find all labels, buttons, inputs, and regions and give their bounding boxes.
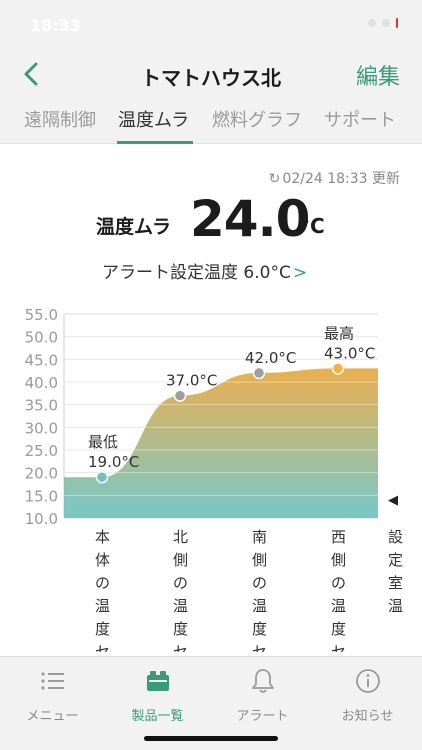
y-tick-label: 45.0 — [25, 351, 58, 369]
active-tab-indicator — [117, 141, 193, 144]
refresh-icon: ↻ — [268, 171, 281, 187]
temperature-value: 24.0 — [190, 190, 310, 248]
x-tick-label-char: の — [252, 574, 267, 592]
data-point — [331, 362, 345, 375]
y-tick-label: 50.0 — [25, 329, 58, 347]
data-point — [95, 470, 109, 484]
data-label: 19.0°C — [88, 453, 139, 471]
data-label: 43.0°C — [324, 344, 375, 362]
x-tick-label-char: セ — [173, 643, 188, 652]
set-temp-label-char: 室 — [388, 574, 403, 592]
tab-support[interactable]: サポート — [324, 106, 396, 132]
x-tick-label-char: 度 — [173, 620, 188, 638]
temperature-unit: °C — [300, 214, 325, 238]
set-temp-label-char: 定 — [388, 551, 403, 569]
alert-setting-text: アラート設定温度 6.0°C — [102, 263, 291, 283]
chevron-right-icon: > — [292, 263, 308, 283]
y-tick-label: 30.0 — [25, 419, 58, 437]
x-tick-label-char: の — [331, 574, 346, 592]
y-tick-label: 55.0 — [25, 306, 58, 324]
data-label: 42.0°C — [245, 349, 296, 367]
x-tick-label-char: 西 — [331, 528, 346, 546]
x-tick-label-char: 体 — [95, 551, 110, 569]
last-updated-text: 02/24 18:33 更新 — [282, 171, 400, 187]
x-tick-label-char: セ — [331, 643, 346, 652]
info-icon — [356, 669, 380, 693]
tabbar-info[interactable]: お知らせ — [315, 657, 420, 727]
status-bar: 18:33 — [0, 0, 422, 48]
alert-setting-link[interactable]: アラート設定温度 6.0°C > — [102, 258, 307, 283]
tab-fuel-graph[interactable]: 燃料グラフ — [212, 106, 302, 132]
x-tick-label-char: 北 — [173, 528, 188, 546]
temperature-chart-svg: 55.0 50.0 45.0 40.0 35.0 30.0 25.0 20.0 15.0 10.0… — [25, 306, 403, 652]
x-tick-label-char: 温 — [95, 597, 110, 615]
temperature-summary: 温度ムラ 24.0 °C — [0, 190, 422, 250]
set-temp-marker: ◀ — [388, 493, 398, 508]
data-label: 37.0°C — [166, 372, 217, 390]
signal-icon — [368, 19, 376, 27]
annotation-label: 最低 — [88, 433, 118, 451]
x-tick-label-char: の — [173, 574, 188, 592]
bell-icon — [252, 669, 274, 693]
y-tick-label: 20.0 — [25, 465, 58, 483]
battery-icon — [396, 18, 398, 28]
data-point — [252, 366, 266, 380]
menu-icon — [41, 672, 64, 690]
temperature-chart: 55.0 50.0 45.0 40.0 35.0 30.0 25.0 20.0 15.0 10.0… — [0, 300, 422, 652]
x-tick-label-char: セ — [95, 643, 110, 652]
set-temp-label-char: 温 — [388, 597, 403, 615]
tab-temperature-variation[interactable]: 温度ムラ — [118, 106, 189, 132]
x-tick-label-char: 度 — [95, 620, 110, 638]
x-tick-label-char: 温 — [252, 597, 267, 615]
y-tick-label: 10.0 — [25, 510, 58, 528]
x-tick-label-char: 温 — [173, 597, 188, 615]
x-tick-label-char: 側 — [331, 551, 346, 569]
x-tick-label-char: 側 — [252, 551, 267, 569]
tabbar-alert[interactable]: アラート — [210, 657, 315, 727]
x-tick-label-char: 度 — [331, 620, 346, 638]
y-tick-label: 25.0 — [25, 442, 58, 460]
x-tick-label-char: の — [95, 574, 110, 592]
annotation-label: 最高 — [324, 324, 354, 342]
x-tick-label-char: 度 — [252, 620, 267, 638]
x-tick-label-char: セ — [252, 643, 267, 652]
x-tick-label-char: 温 — [331, 597, 346, 615]
x-tick-label-char: 側 — [173, 551, 188, 569]
tab-remote-control[interactable]: 遠隔制御 — [24, 106, 96, 132]
temperature-label: 温度ムラ — [96, 216, 172, 238]
nav-bar: トマトハウス北 編集 — [0, 48, 422, 100]
set-temp-label-char: 設 — [388, 528, 403, 546]
status-icons — [368, 18, 398, 28]
product-list-icon — [147, 671, 169, 691]
y-tick-label: 35.0 — [25, 397, 58, 415]
tabbar-product-list-label: 製品一覧 — [131, 709, 184, 724]
tabbar-menu[interactable]: メニュー — [0, 657, 105, 727]
status-time: 18:33 — [30, 16, 81, 35]
tabbar-alert-label: アラート — [236, 709, 289, 724]
edit-button[interactable]: 編集 — [356, 59, 400, 91]
tab-bar: 遠隔制御 温度ムラ 燃料グラフ サポート — [0, 100, 422, 144]
tabbar-info-label: お知らせ — [341, 709, 394, 724]
last-updated: ↻ 02/24 18:33 更新 — [269, 168, 400, 188]
home-indicator — [144, 736, 278, 741]
y-tick-label: 15.0 — [25, 487, 58, 505]
x-tick-label-char: 本 — [95, 528, 110, 546]
tabbar-menu-label: メニュー — [26, 709, 79, 724]
x-tick-label-char: 南 — [252, 528, 267, 546]
data-point — [173, 389, 187, 402]
wifi-icon — [382, 19, 390, 27]
y-tick-label: 40.0 — [25, 374, 58, 392]
tabbar-product-list[interactable]: 製品一覧 — [105, 657, 210, 727]
